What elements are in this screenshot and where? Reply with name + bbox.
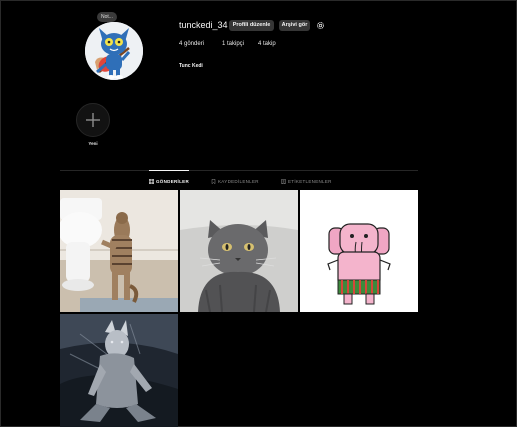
plus-icon	[86, 113, 100, 127]
wolf-warrior-art-image	[60, 314, 178, 427]
username: tunckedi_34	[179, 20, 228, 30]
following-count[interactable]: 4 takip	[258, 41, 276, 47]
tab-tagged-label: ETİKETLENENLER	[288, 178, 332, 184]
profile-avatar[interactable]	[85, 22, 143, 80]
bookmark-icon	[211, 178, 216, 184]
tabs-divider	[60, 170, 418, 171]
tab-saved-label: KAYDEDİLENLER	[218, 178, 259, 184]
post-thumbnail-cat-toilet[interactable]	[60, 190, 178, 312]
post-thumbnail-elephant-drawing[interactable]	[300, 190, 418, 312]
settings-gear-icon[interactable]	[316, 21, 325, 30]
tab-posts[interactable]: GÖNDERİLER	[149, 177, 189, 185]
cat-guitar-avatar-image	[85, 22, 143, 80]
full-name: Tunc Kedi	[179, 63, 203, 69]
post-thumbnail-wolf-art[interactable]	[60, 314, 178, 427]
active-tab-indicator	[149, 170, 189, 171]
wet-cat-image	[180, 190, 298, 312]
tab-saved[interactable]: KAYDEDİLENLER	[211, 177, 259, 185]
new-highlight-button[interactable]	[76, 103, 110, 137]
new-highlight-label: Yeni	[88, 141, 98, 146]
followers-count[interactable]: 1 takipçi	[222, 41, 244, 47]
view-archive-button[interactable]: Arşivi gör	[279, 20, 310, 31]
tab-posts-label: GÖNDERİLER	[156, 178, 190, 184]
grid-icon	[149, 178, 154, 184]
post-thumbnail-wet-cat[interactable]	[180, 190, 298, 312]
tab-tagged[interactable]: ETİKETLENENLER	[281, 177, 332, 185]
pink-elephant-drawing-image	[300, 190, 418, 312]
tag-icon	[281, 178, 286, 184]
edit-profile-button[interactable]: Profili düzenle	[229, 20, 274, 31]
note-bubble[interactable]: Not...	[97, 12, 117, 22]
posts-count: 4 gönderi	[179, 41, 205, 47]
cat-at-toilet-image	[60, 190, 178, 312]
